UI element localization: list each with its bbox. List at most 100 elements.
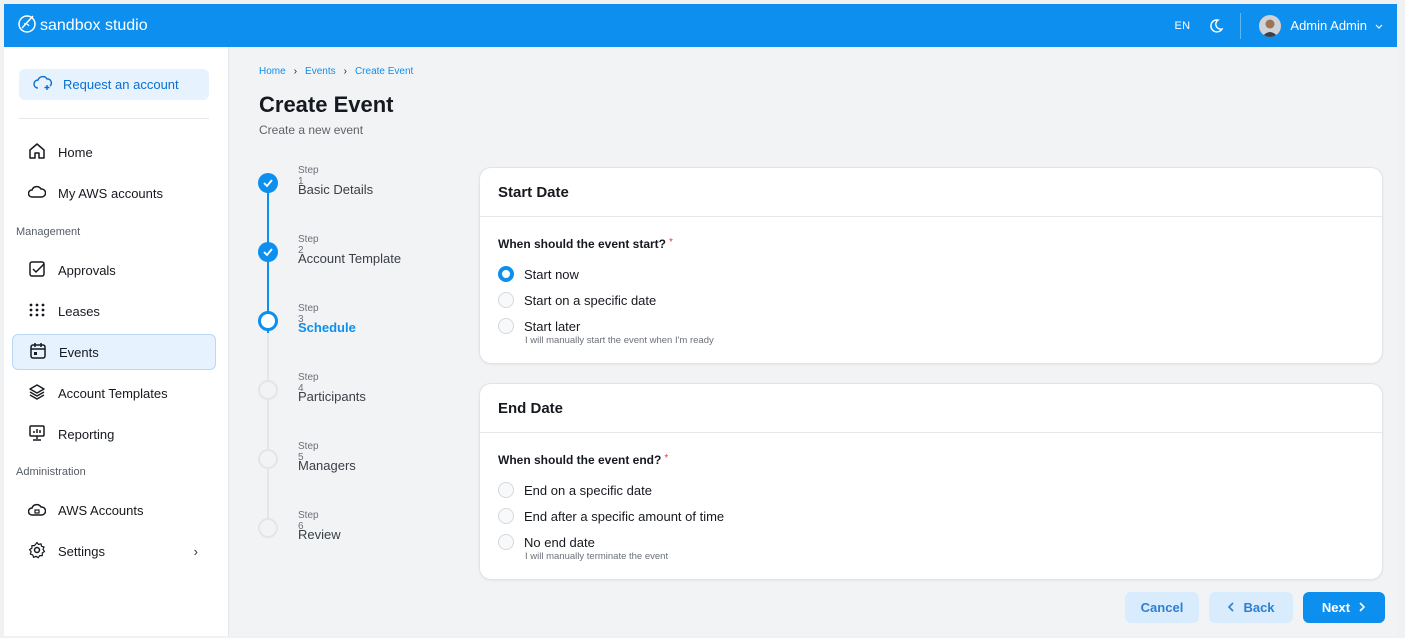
radio-start-now[interactable]: Start now [498, 261, 1364, 287]
back-label: Back [1243, 600, 1275, 615]
user-name[interactable]: Admin Admin [1290, 18, 1367, 33]
pending-step-circle-icon [258, 518, 278, 538]
sidebar-item-home[interactable]: Home [12, 134, 216, 170]
sandbox-logo-icon [16, 12, 38, 39]
check-square-icon [28, 260, 46, 281]
top-bar: sandbox studio EN Admin Admin [4, 4, 1397, 47]
radio-label: End after a specific amount of time [524, 508, 725, 524]
cloud-lock-icon [27, 500, 47, 521]
step-label: Basic Details [298, 182, 374, 197]
radio-button[interactable] [498, 318, 514, 334]
radio-label: No end date [524, 534, 595, 550]
home-icon [28, 142, 46, 163]
wizard-stepper: Step 1 Basic Details Step 2 Account Temp… [258, 165, 460, 565]
card-title: Start Date [480, 168, 1382, 217]
sidebar-item-label: Events [59, 344, 99, 360]
sidebar-item-label: My AWS accounts [58, 185, 163, 201]
page-subtitle: Create a new event [259, 123, 364, 137]
main-content: Home › Events › Create Event Create Even… [230, 47, 1397, 636]
end-question: When should the event end? * [498, 453, 669, 467]
brand-logo[interactable]: sandbox studio [16, 12, 148, 39]
radio-label: Start now [524, 266, 579, 282]
sidebar-item-label: Reporting [58, 426, 115, 442]
radio-start-specific-date[interactable]: Start on a specific date [498, 287, 1364, 313]
required-marker: * [669, 237, 673, 248]
chevron-left-icon [1227, 600, 1235, 615]
sidebar: Request an account Home My AWS accounts … [4, 47, 229, 636]
radio-button[interactable] [498, 534, 514, 550]
sidebar-item-label: Account Templates [58, 385, 168, 401]
language-selector[interactable]: EN [1175, 20, 1191, 32]
breadcrumb-current: Create Event [354, 66, 414, 77]
radio-description: I will manually start the event when I'm… [525, 335, 714, 346]
next-label: Next [1321, 600, 1351, 615]
step-label: Schedule [298, 320, 356, 335]
sidebar-item-label: Home [58, 144, 93, 160]
page-title: Create Event [259, 92, 394, 117]
app-window: sandbox studio EN Admin Admin Request an… [4, 4, 1397, 636]
card-title: End Date [480, 384, 1382, 433]
presentation-icon [28, 424, 46, 445]
next-button[interactable]: Next [1303, 592, 1385, 623]
sidebar-item-approvals[interactable]: Approvals [12, 252, 216, 288]
request-account-button[interactable]: Request an account [19, 69, 209, 100]
check-circle-icon [258, 242, 278, 262]
brand-name: sandbox studio [40, 16, 148, 34]
sidebar-item-label: Settings [58, 543, 105, 559]
radio-label: Start on a specific date [524, 292, 657, 308]
sidebar-item-events[interactable]: Events [12, 334, 216, 370]
sidebar-divider [19, 118, 209, 119]
breadcrumb-events[interactable]: Events [305, 66, 336, 77]
end-date-card: End Date When should the event end? * End… [479, 383, 1383, 580]
sidebar-item-reporting[interactable]: Reporting [12, 416, 216, 452]
breadcrumb: Home › Events › Create Event [259, 66, 413, 77]
sidebar-item-leases[interactable]: Leases [12, 293, 216, 329]
request-account-label: Request an account [63, 77, 179, 92]
chevron-right-icon: › [293, 66, 298, 77]
cloud-plus-icon [33, 75, 55, 94]
step-label: Review [298, 527, 341, 542]
sidebar-item-label: Approvals [58, 262, 116, 278]
check-circle-icon [258, 173, 278, 193]
moon-icon[interactable] [1208, 18, 1224, 34]
pending-step-circle-icon [258, 380, 278, 400]
section-label-administration: Administration [16, 466, 86, 478]
current-step-circle-icon [258, 311, 278, 331]
sidebar-item-settings[interactable]: Settings › [12, 533, 216, 569]
radio-description: I will manually terminate the event [525, 551, 669, 562]
cloud-icon [27, 183, 47, 204]
avatar[interactable] [1259, 14, 1282, 37]
cancel-button[interactable]: Cancel [1125, 592, 1199, 623]
gear-icon [28, 541, 46, 562]
step-label: Participants [298, 389, 366, 404]
stepper-line-pending [267, 333, 269, 533]
radio-end-after-time[interactable]: End after a specific amount of time [498, 503, 1364, 529]
sidebar-item-label: AWS Accounts [58, 502, 144, 518]
chevron-right-icon [1358, 600, 1366, 615]
header-divider [1240, 12, 1242, 39]
sidebar-item-label: Leases [58, 303, 100, 319]
required-marker: * [664, 453, 669, 464]
chevron-right-icon: › [193, 543, 198, 559]
sidebar-item-my-aws-accounts[interactable]: My AWS accounts [12, 175, 216, 211]
radio-label: Start later [524, 318, 581, 334]
radio-button[interactable] [498, 482, 514, 498]
step-label: Managers [298, 458, 356, 473]
form-actions: Cancel Back Next [1125, 592, 1385, 623]
sidebar-item-account-templates[interactable]: Account Templates [12, 375, 216, 411]
radio-button-selected[interactable] [498, 266, 514, 282]
radio-button[interactable] [498, 292, 514, 308]
radio-end-specific-date[interactable]: End on a specific date [498, 477, 1364, 503]
breadcrumb-home[interactable]: Home [259, 66, 286, 77]
back-button[interactable]: Back [1209, 592, 1293, 623]
pending-step-circle-icon [258, 449, 278, 469]
chevron-down-icon[interactable] [1375, 17, 1383, 35]
calendar-icon [29, 342, 47, 363]
grid-dots-icon [28, 301, 46, 322]
start-date-card: Start Date When should the event start? *… [479, 167, 1383, 364]
section-label-management: Management [16, 226, 81, 238]
radio-label: End on a specific date [524, 482, 652, 498]
sidebar-item-aws-accounts[interactable]: AWS Accounts [12, 492, 216, 528]
radio-button[interactable] [498, 508, 514, 524]
layers-icon [28, 383, 46, 404]
